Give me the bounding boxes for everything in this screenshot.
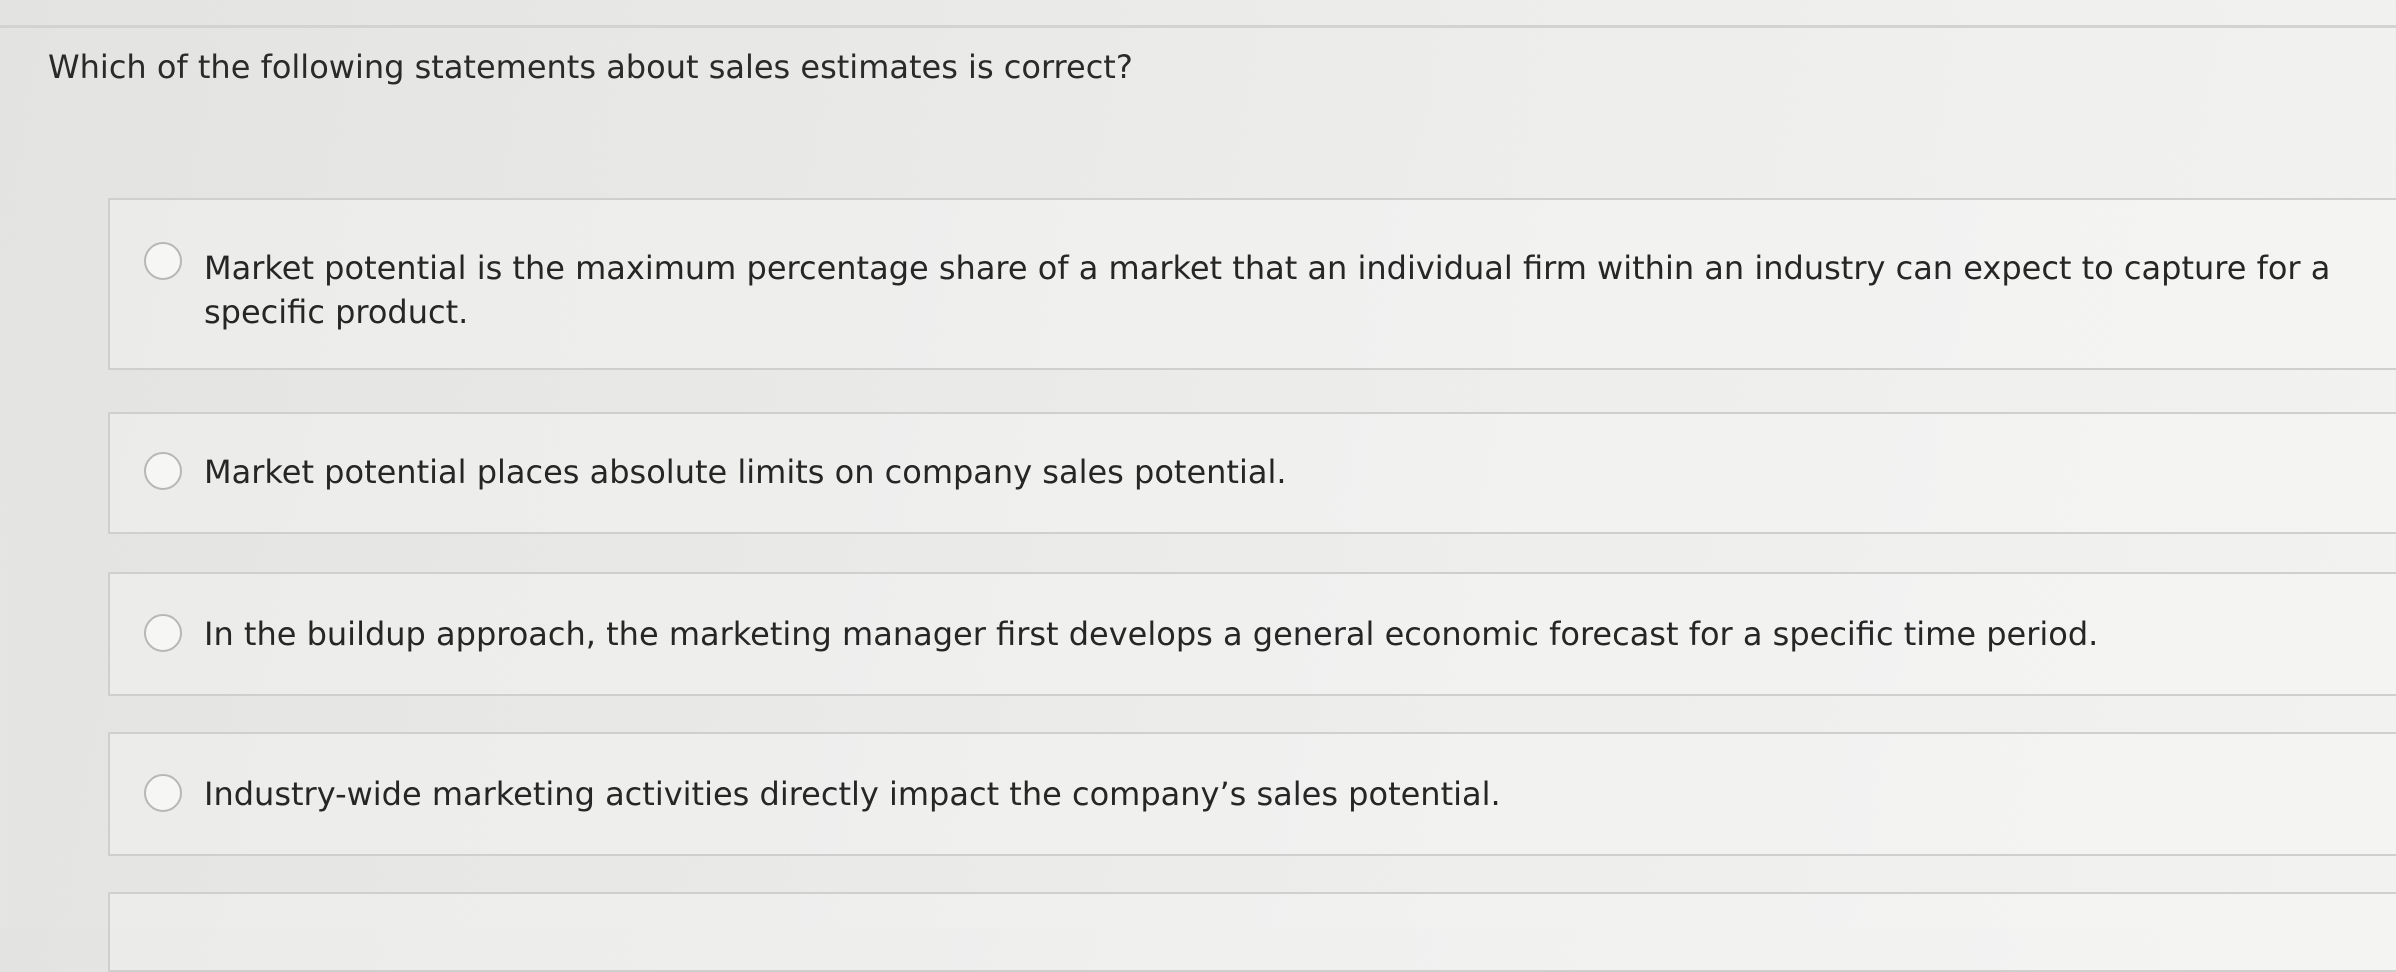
radio-button-icon[interactable] bbox=[144, 614, 182, 652]
answer-option-3[interactable]: In the buildup approach, the marketing m… bbox=[108, 572, 2396, 696]
answer-option-label: Market potential is the maximum percenta… bbox=[204, 249, 2331, 331]
question-text: Which of the following statements about … bbox=[48, 48, 1133, 86]
radio-button-icon[interactable] bbox=[144, 242, 182, 280]
top-divider bbox=[0, 25, 2396, 28]
answer-option-label: Market potential places absolute limits … bbox=[204, 453, 1287, 491]
radio-button-icon[interactable] bbox=[144, 452, 182, 490]
answer-option-label: In the buildup approach, the marketing m… bbox=[204, 615, 2099, 653]
radio-button-icon[interactable] bbox=[144, 774, 182, 812]
answer-option-2[interactable]: Market potential places absolute limits … bbox=[108, 412, 2396, 534]
answer-option-label: Industry-wide marketing activities direc… bbox=[204, 775, 1501, 813]
answer-option-1[interactable]: Market potential is the maximum percenta… bbox=[108, 198, 2396, 370]
answer-option-4[interactable]: Industry-wide marketing activities direc… bbox=[108, 732, 2396, 856]
answer-option-5-partial[interactable] bbox=[108, 892, 2396, 972]
